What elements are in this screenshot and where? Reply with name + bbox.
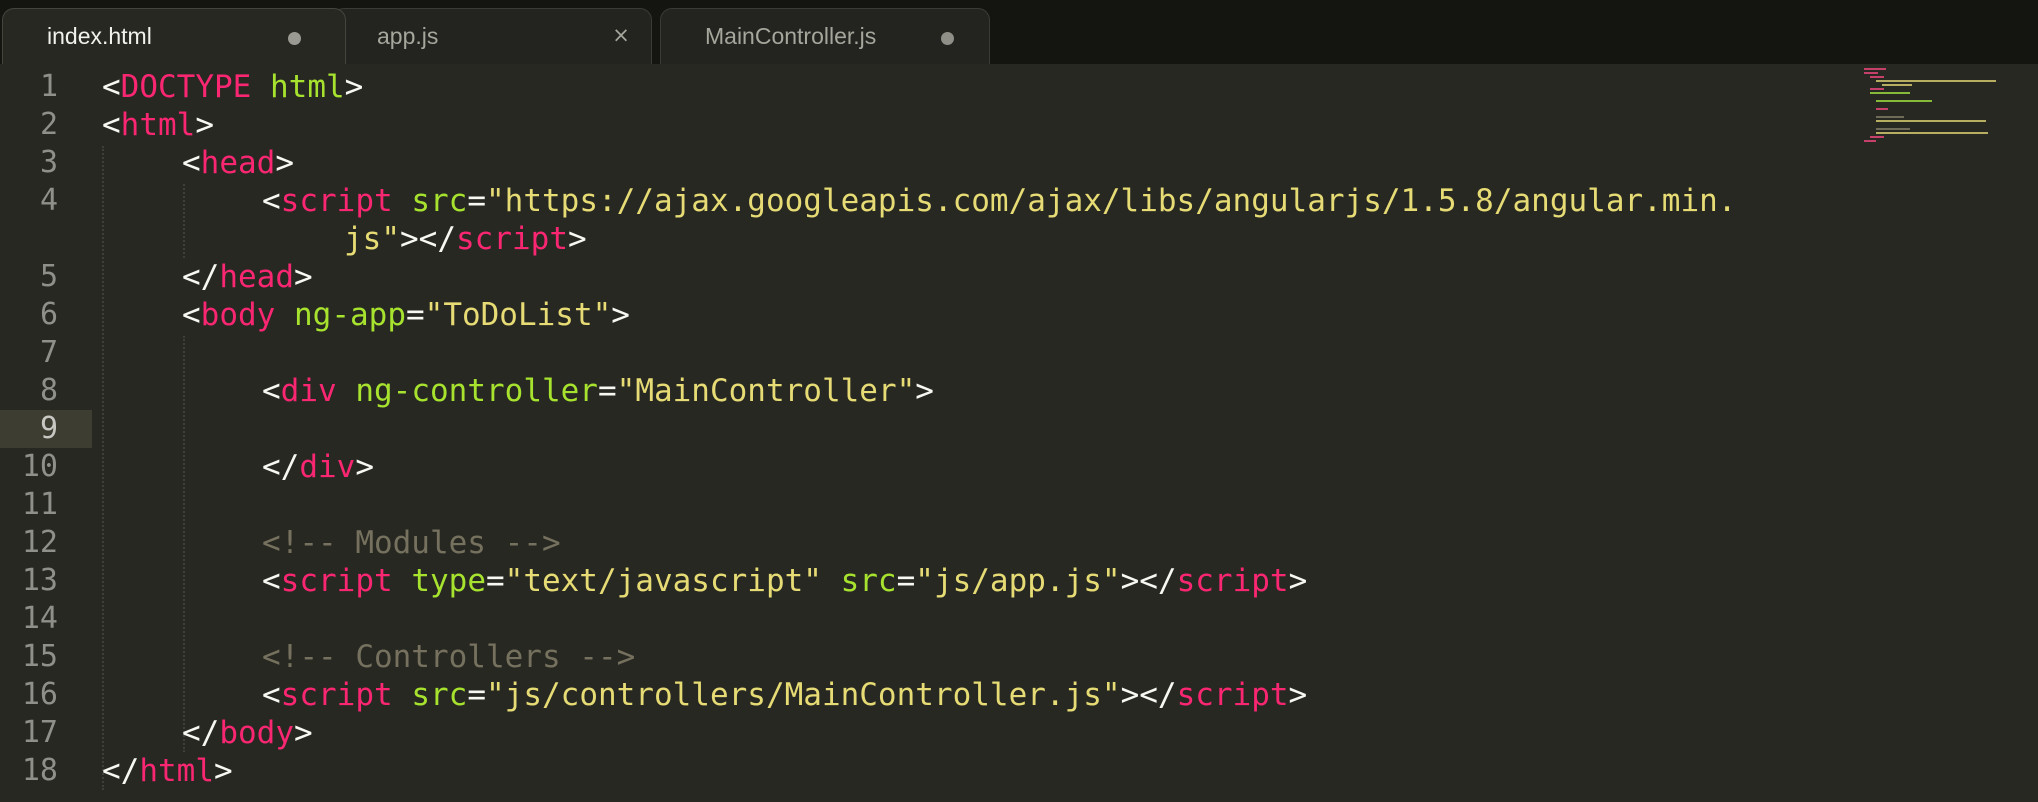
- minimap[interactable]: [1864, 68, 2004, 156]
- line-number: 3: [39, 145, 58, 180]
- line-number: 8: [39, 373, 58, 408]
- tab-label: app.js: [377, 23, 439, 49]
- code-line: </div>: [262, 449, 374, 485]
- code-line: <head>: [182, 145, 294, 181]
- tab-label: index.html: [47, 23, 152, 49]
- tab-app-js[interactable]: app.js ×: [332, 8, 652, 64]
- tab-bar: app.js × MainController.js index.html: [0, 0, 2038, 64]
- line-number: 15: [21, 639, 58, 674]
- code-line: <html>: [102, 107, 214, 143]
- line-number: 4: [39, 183, 58, 218]
- line-number: 18: [21, 753, 58, 788]
- line-number: 13: [21, 563, 58, 598]
- line-number: 6: [39, 297, 58, 332]
- code-line: <script src="js/controllers/MainControll…: [262, 677, 1308, 713]
- line-number: 14: [21, 601, 58, 636]
- line-number: 2: [39, 107, 58, 142]
- line-number-gutter: 1 2 3 4 5 6 7 8 9 10 11 12 13 14 15 16 1…: [0, 64, 92, 802]
- line-number: 16: [21, 677, 58, 712]
- code-line: </body>: [182, 715, 313, 751]
- line-number: 10: [21, 449, 58, 484]
- editor-area[interactable]: 1 2 3 4 5 6 7 8 9 10 11 12 13 14 15 16 1…: [0, 64, 2038, 802]
- tab-index-html[interactable]: index.html: [2, 8, 346, 64]
- line-number: 17: [21, 715, 58, 750]
- modified-dot-icon[interactable]: [941, 32, 954, 45]
- line-number-current: 9: [39, 411, 58, 446]
- line-number: 1: [39, 69, 58, 104]
- line-number: 7: [39, 335, 58, 370]
- close-icon[interactable]: ×: [609, 21, 633, 49]
- code-line: <script type="text/javascript" src="js/a…: [262, 563, 1308, 599]
- code-line-wrap: js"></script>: [344, 221, 587, 257]
- line-number: 11: [21, 487, 58, 522]
- code-content[interactable]: <DOCTYPE html> <html> <head> <script src…: [102, 64, 1852, 802]
- code-line: </html>: [102, 753, 233, 789]
- code-line: <!-- Controllers -->: [262, 639, 636, 675]
- tab-label: MainController.js: [705, 23, 877, 49]
- code-line: <DOCTYPE html>: [102, 69, 364, 105]
- line-number: 5: [39, 259, 58, 294]
- code-line: <body ng-app="ToDoList">: [182, 297, 630, 333]
- code-line: <script src="https://ajax.googleapis.com…: [262, 183, 1737, 219]
- modified-dot-icon[interactable]: [288, 32, 301, 45]
- code-line: <!-- Modules -->: [262, 525, 561, 561]
- tab-maincontroller-js[interactable]: MainController.js: [660, 8, 990, 64]
- code-line: </head>: [182, 259, 313, 295]
- line-number: 12: [21, 525, 58, 560]
- code-line: <div ng-controller="MainController">: [262, 373, 934, 409]
